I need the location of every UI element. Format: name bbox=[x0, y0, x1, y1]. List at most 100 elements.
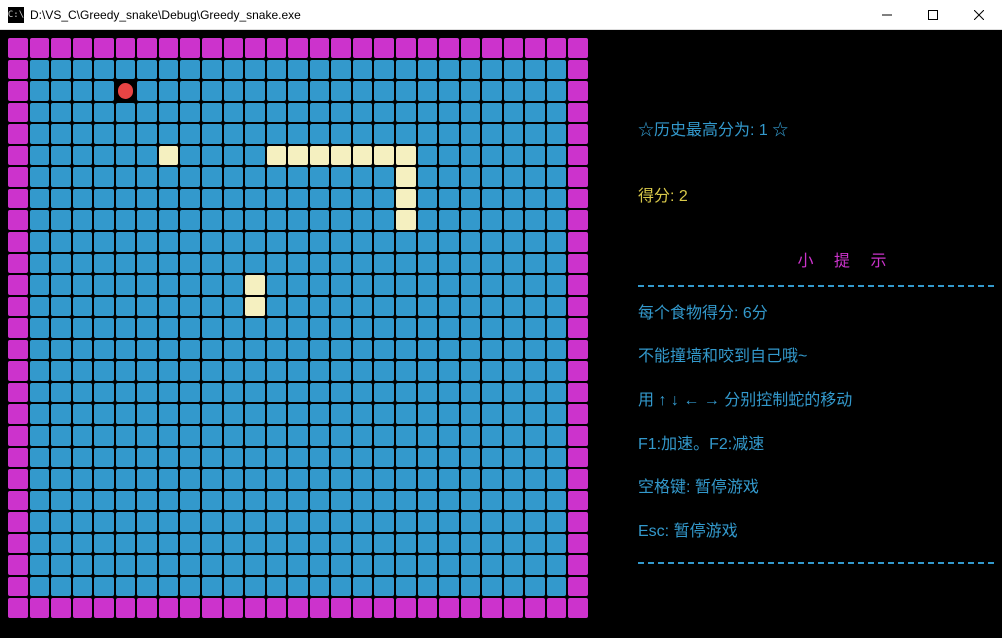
cell bbox=[116, 189, 136, 209]
cell bbox=[310, 534, 330, 554]
cell bbox=[310, 426, 330, 446]
cell bbox=[245, 426, 265, 446]
cell bbox=[224, 361, 244, 381]
cell bbox=[310, 275, 330, 295]
cell bbox=[224, 232, 244, 252]
cell bbox=[461, 340, 481, 360]
cell bbox=[267, 383, 287, 403]
cell bbox=[224, 318, 244, 338]
wall-cell bbox=[568, 103, 588, 123]
cell bbox=[267, 318, 287, 338]
cell bbox=[245, 124, 265, 144]
cell bbox=[482, 404, 502, 424]
cell bbox=[288, 275, 308, 295]
cell bbox=[202, 469, 222, 489]
wall-cell bbox=[568, 210, 588, 230]
maximize-button[interactable] bbox=[910, 0, 956, 29]
cell bbox=[461, 232, 481, 252]
cell bbox=[159, 297, 179, 317]
cell bbox=[202, 81, 222, 101]
cell bbox=[310, 448, 330, 468]
cell bbox=[310, 103, 330, 123]
cell bbox=[525, 124, 545, 144]
cell bbox=[159, 167, 179, 187]
cell bbox=[525, 60, 545, 80]
cell bbox=[374, 318, 394, 338]
cell bbox=[116, 555, 136, 575]
cell bbox=[504, 577, 524, 597]
window-controls bbox=[864, 0, 1002, 29]
cell bbox=[30, 146, 50, 166]
wall-cell bbox=[94, 38, 114, 58]
cell bbox=[202, 555, 222, 575]
cell bbox=[439, 469, 459, 489]
cell bbox=[159, 60, 179, 80]
cell bbox=[461, 275, 481, 295]
cell bbox=[461, 361, 481, 381]
minimize-button[interactable] bbox=[864, 0, 910, 29]
cell bbox=[202, 448, 222, 468]
close-button[interactable] bbox=[956, 0, 1002, 29]
cell bbox=[116, 534, 136, 554]
cell bbox=[180, 534, 200, 554]
cell bbox=[159, 512, 179, 532]
cell bbox=[180, 361, 200, 381]
cell bbox=[94, 340, 114, 360]
cell bbox=[30, 60, 50, 80]
cell bbox=[525, 103, 545, 123]
cell bbox=[94, 361, 114, 381]
cell bbox=[30, 318, 50, 338]
game-board[interactable] bbox=[8, 38, 588, 618]
cell bbox=[94, 167, 114, 187]
cell bbox=[461, 448, 481, 468]
cell bbox=[116, 448, 136, 468]
cell bbox=[94, 383, 114, 403]
cell bbox=[137, 340, 157, 360]
wall-cell bbox=[30, 38, 50, 58]
cell bbox=[180, 232, 200, 252]
wall-cell bbox=[568, 146, 588, 166]
wall-cell bbox=[245, 598, 265, 618]
cell bbox=[159, 275, 179, 295]
cell bbox=[418, 361, 438, 381]
cell bbox=[396, 361, 416, 381]
cell bbox=[224, 340, 244, 360]
cell bbox=[288, 60, 308, 80]
cell bbox=[51, 297, 71, 317]
cell bbox=[267, 167, 287, 187]
cell bbox=[267, 361, 287, 381]
cell bbox=[137, 577, 157, 597]
cell bbox=[525, 232, 545, 252]
cell bbox=[418, 124, 438, 144]
cell bbox=[245, 577, 265, 597]
snake-cell bbox=[353, 146, 373, 166]
cell bbox=[202, 146, 222, 166]
cell bbox=[374, 254, 394, 274]
cell bbox=[525, 297, 545, 317]
cell bbox=[202, 60, 222, 80]
cell bbox=[180, 254, 200, 274]
wall-cell bbox=[482, 38, 502, 58]
cell bbox=[288, 534, 308, 554]
cell bbox=[180, 404, 200, 424]
cell bbox=[482, 361, 502, 381]
cell bbox=[439, 383, 459, 403]
cell bbox=[224, 555, 244, 575]
cell bbox=[116, 167, 136, 187]
cell bbox=[439, 340, 459, 360]
cell bbox=[374, 189, 394, 209]
wall-cell bbox=[504, 598, 524, 618]
cell bbox=[353, 491, 373, 511]
cell bbox=[224, 210, 244, 230]
wall-cell bbox=[353, 598, 373, 618]
titlebar[interactable]: C:\ D:\VS_C\Greedy_snake\Debug\Greedy_sn… bbox=[0, 0, 1002, 30]
cell bbox=[288, 297, 308, 317]
cell bbox=[94, 469, 114, 489]
cell bbox=[267, 491, 287, 511]
tip-line: 不能撞墙和咬到自己哦~ bbox=[638, 344, 994, 370]
cell bbox=[73, 189, 93, 209]
wall-cell bbox=[51, 598, 71, 618]
cell bbox=[374, 210, 394, 230]
cell bbox=[439, 189, 459, 209]
cell bbox=[374, 577, 394, 597]
